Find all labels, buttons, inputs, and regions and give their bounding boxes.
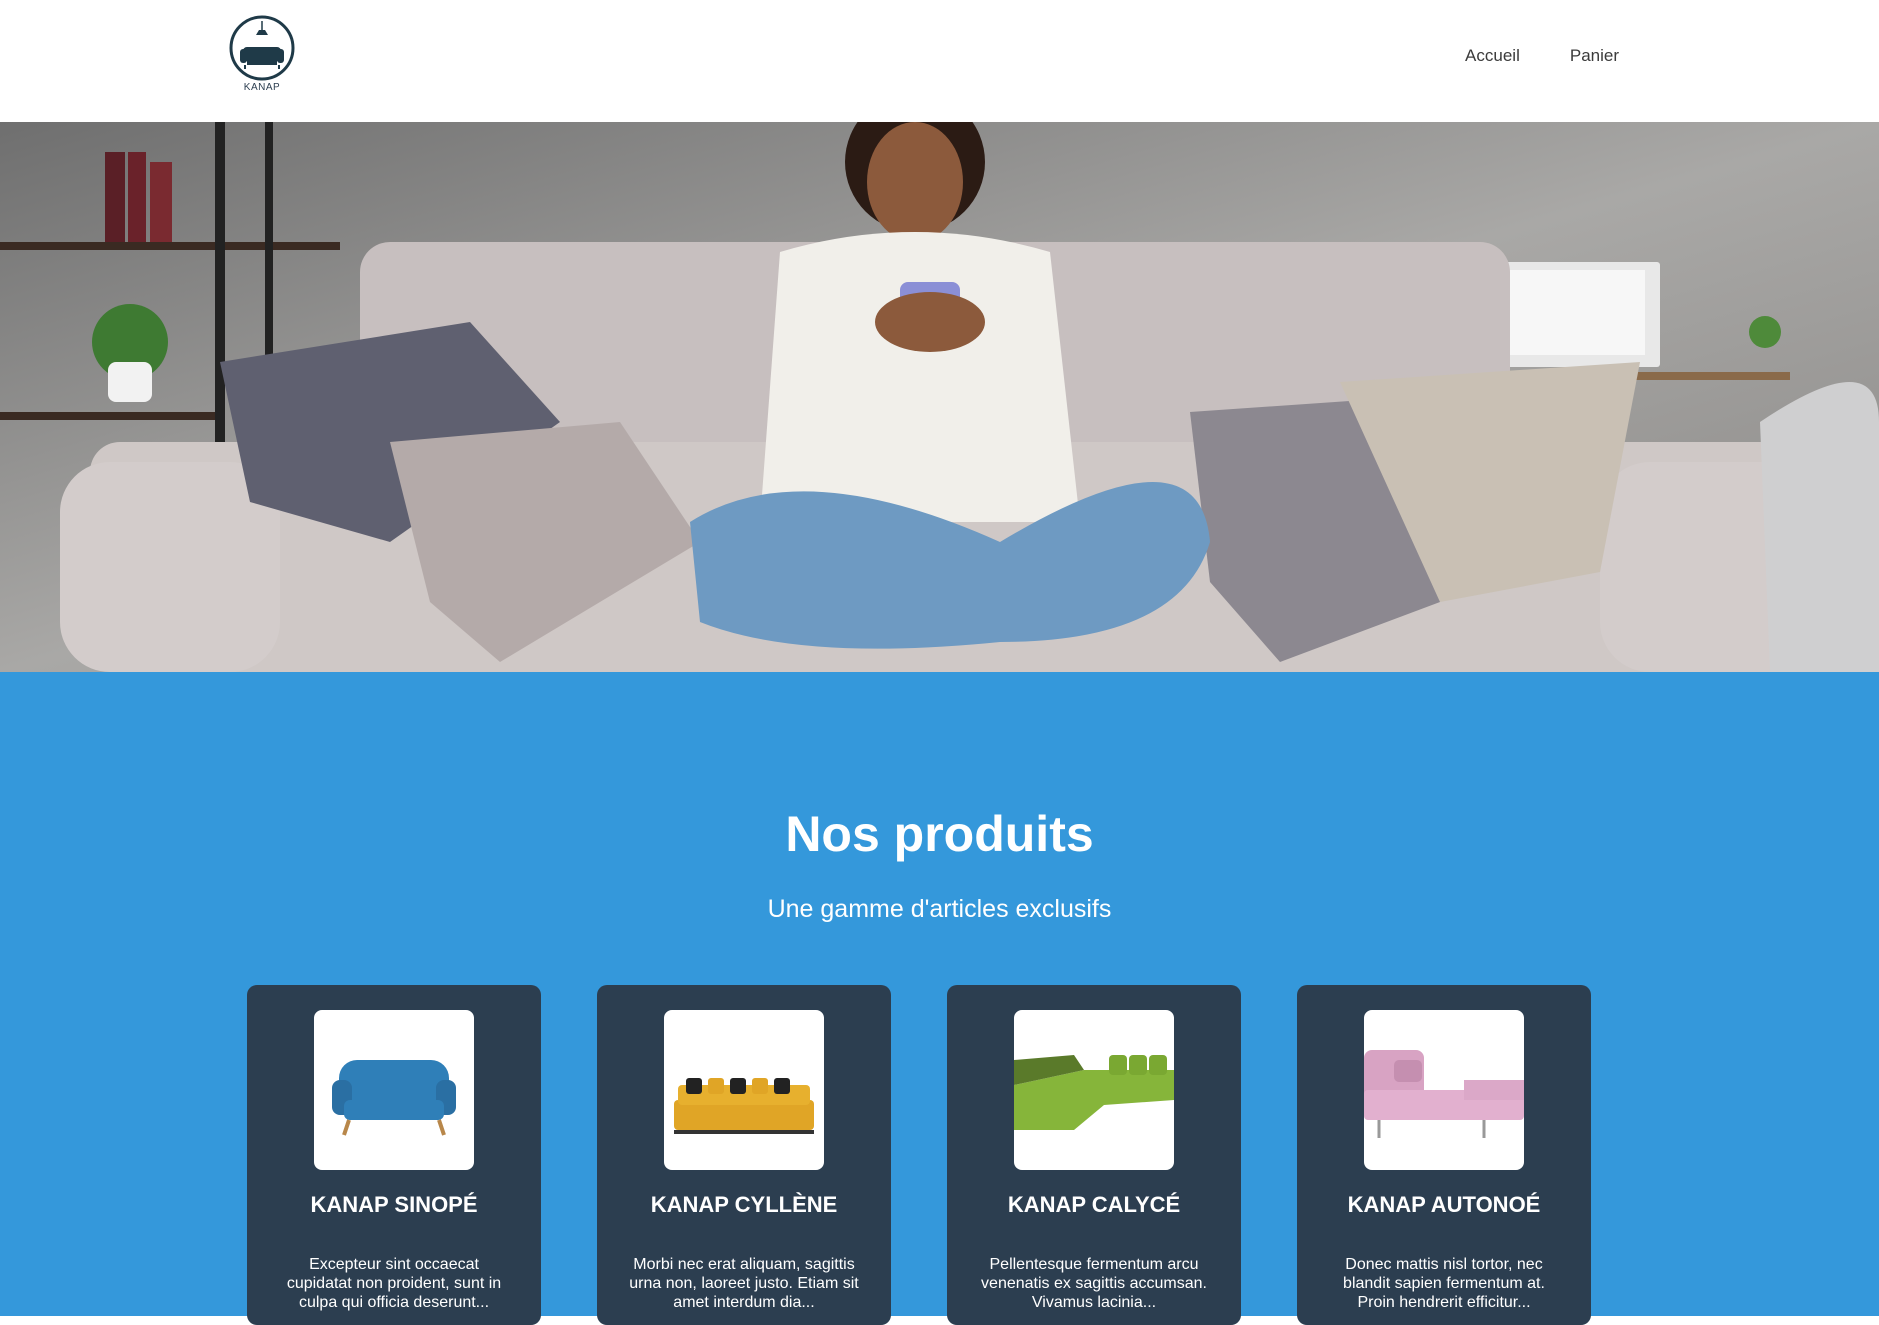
sofa-logo-icon <box>229 15 295 81</box>
woman-on-sofa-photo-icon <box>0 122 1879 672</box>
site-header: KANAP Accueil Panier <box>0 0 1879 122</box>
kanap-logo[interactable]: KANAP <box>227 15 297 97</box>
nav-link-accueil[interactable]: Accueil <box>1465 46 1520 66</box>
products-title: Nos produits <box>785 806 1094 862</box>
product-card[interactable]: KANAP CYLLÈNE Morbi nec erat aliquam, sa… <box>597 985 891 1325</box>
product-name: KANAP AUTONOÉ <box>1347 1192 1541 1217</box>
product-description: Pellentesque fermentum arcu venenatis ex… <box>981 1256 1207 1311</box>
product-image <box>1364 1010 1524 1170</box>
product-image <box>664 1010 824 1170</box>
sofa-icon <box>1364 1050 1524 1138</box>
logo-text: KANAP <box>243 82 281 93</box>
product-card[interactable]: KANAP CALYCÉ Pellentesque fermentum arcu… <box>947 985 1241 1325</box>
product-card[interactable]: KANAP SINOPÉ Excepteur sint occaecat cup… <box>247 985 541 1325</box>
product-name: KANAP CYLLÈNE <box>650 1192 838 1217</box>
product-image <box>1014 1010 1174 1170</box>
product-name: KANAP SINOPÉ <box>310 1192 478 1217</box>
product-grid: KANAP SINOPÉ Excepteur sint occaecat cup… <box>247 985 1591 1325</box>
sofa-icon <box>1014 1055 1174 1130</box>
product-description: Morbi nec erat aliquam, sagittis urna no… <box>629 1256 859 1311</box>
nav-link-panier[interactable]: Panier <box>1570 46 1619 66</box>
product-image <box>314 1010 474 1170</box>
sofa-icon <box>674 1078 814 1134</box>
sofa-icon <box>332 1060 456 1136</box>
product-description: Donec mattis nisl tortor, nec blandit sa… <box>1343 1256 1545 1311</box>
products-subtitle: Une gamme d'articles exclusifs <box>767 895 1112 923</box>
product-name: KANAP CALYCÉ <box>1007 1192 1181 1217</box>
main-nav: Accueil Panier <box>1465 46 1619 66</box>
hero-banner <box>0 122 1879 672</box>
product-card[interactable]: KANAP AUTONOÉ Donec mattis nisl tortor, … <box>1297 985 1591 1325</box>
product-description: Excepteur sint occaecat cupidatat non pr… <box>286 1256 502 1311</box>
